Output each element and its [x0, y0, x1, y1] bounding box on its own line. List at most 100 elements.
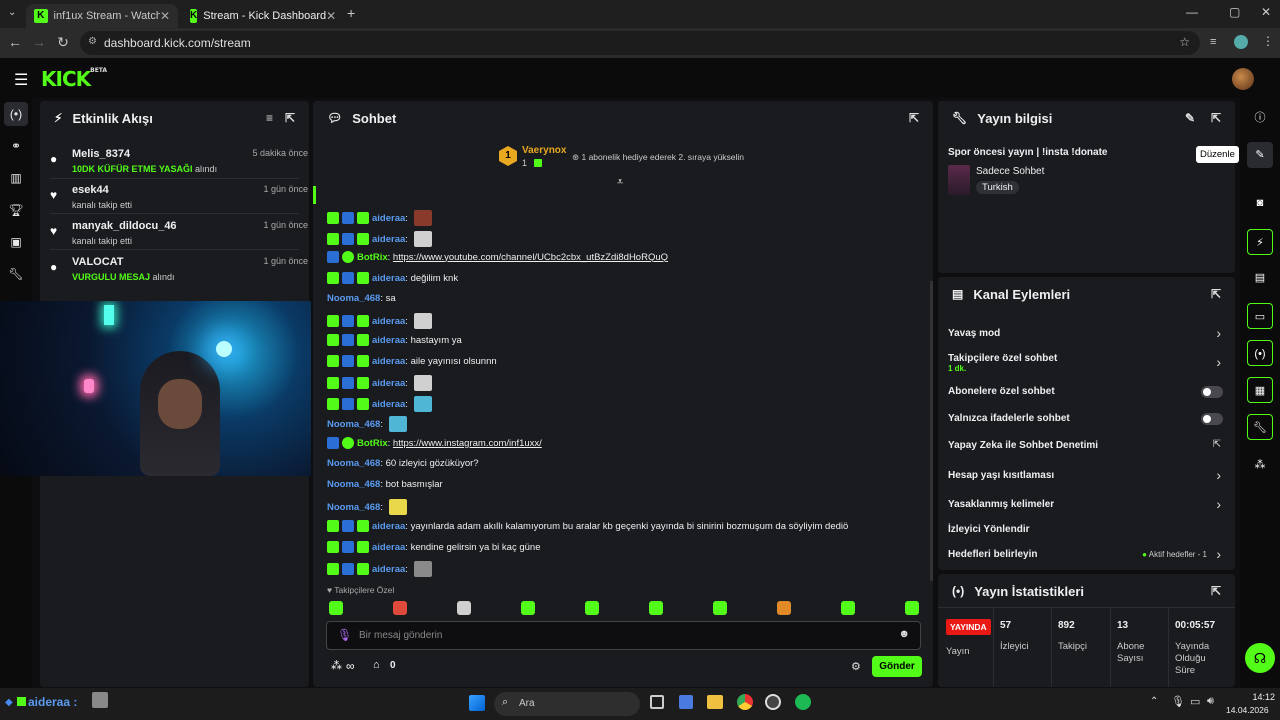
user-avatar[interactable] — [1232, 68, 1254, 90]
chat-username[interactable]: Nooma_468 — [327, 479, 380, 490]
video-icon[interactable]: ▣ — [4, 230, 28, 254]
settings-gear-icon[interactable]: ⚙ — [851, 660, 861, 673]
close-window-icon[interactable]: ✕ — [1261, 5, 1271, 19]
chat-scrollbar[interactable] — [930, 281, 933, 581]
pinned-user[interactable]: Vaerynox — [522, 145, 566, 156]
chat-username[interactable]: BotRix — [357, 438, 388, 449]
nodes-icon[interactable]: ⁂ — [1247, 452, 1273, 478]
chat-icon[interactable]: ▭ — [1247, 303, 1273, 329]
network-icon[interactable]: ▭ — [1190, 695, 1200, 708]
chevron-right-icon[interactable]: › — [1216, 467, 1221, 483]
quick-emote-icon[interactable] — [777, 601, 791, 615]
action-label[interactable]: Yalnızca ifadelerle sohbet — [948, 413, 1070, 424]
analytics-icon[interactable]: ▥ — [4, 166, 28, 190]
close-tab-icon[interactable]: ✕ — [160, 9, 170, 23]
forward-icon[interactable]: → — [26, 34, 52, 50]
popout-icon[interactable]: ⇱ — [1211, 111, 1221, 125]
wrench-icon[interactable]: 🔧︎ — [1247, 414, 1273, 440]
chat-username[interactable]: aideraa — [372, 564, 405, 575]
maximize-icon[interactable]: ▢ — [1229, 5, 1240, 19]
chat-username[interactable]: Nooma_468 — [327, 419, 380, 430]
quick-emote-icon[interactable] — [329, 601, 343, 615]
edit-pencil-icon[interactable]: ✎ — [1185, 111, 1195, 125]
external-link-icon[interactable]: ⇱ — [1213, 439, 1221, 450]
store-app-icon[interactable] — [679, 695, 693, 709]
send-button[interactable]: Gönder — [872, 656, 922, 677]
minimize-icon[interactable]: — — [1186, 5, 1198, 19]
quick-emote-icon[interactable] — [649, 601, 663, 615]
action-label[interactable]: Abonelere özel sohbet — [948, 386, 1055, 397]
chat-username[interactable]: aideraa — [372, 378, 405, 389]
event-user[interactable]: VALOCAT — [72, 256, 124, 268]
event-user[interactable]: manyak_dildocu_46 — [72, 220, 177, 232]
clock-time[interactable]: 14:12 — [1239, 692, 1275, 702]
info-icon[interactable]: ⓘ — [1247, 105, 1273, 131]
popout-icon[interactable]: ⇱ — [285, 111, 295, 125]
profile-avatar[interactable] — [1234, 35, 1248, 49]
filter-icon[interactable]: ≡ — [266, 111, 273, 125]
action-label[interactable]: Hesap yaşı kısıtlaması — [948, 470, 1054, 481]
quick-emote-icon[interactable] — [841, 601, 855, 615]
back-icon[interactable]: ← — [2, 34, 28, 50]
quick-emote-icon[interactable] — [585, 601, 599, 615]
emoji-icon[interactable]: ☻ — [898, 628, 910, 640]
support-headset-icon[interactable]: ☊ — [1245, 643, 1275, 673]
microphone-tray-icon[interactable]: 🎙︎ — [1171, 695, 1185, 708]
edit-pencil-icon[interactable]: ✎ — [1247, 142, 1273, 168]
chat-username[interactable]: aideraa — [372, 213, 405, 224]
chat-username[interactable]: aideraa — [372, 316, 405, 327]
trophy-icon[interactable]: 🏆︎ — [4, 198, 28, 222]
kick-logo[interactable]: KICKBETA — [41, 67, 107, 91]
bookmark-star-icon[interactable]: ☆ — [1179, 35, 1190, 49]
scroll-down-icon[interactable]: ⩡ — [617, 176, 623, 189]
clock-date[interactable]: 14.04.2026 — [1226, 705, 1269, 715]
toggle-switch[interactable] — [1201, 413, 1223, 425]
chat-input[interactable]: 🎙︎ Bir mesaj gönderin ☻ — [326, 621, 921, 650]
chat-username[interactable]: aideraa — [372, 234, 405, 245]
action-label[interactable]: Yavaş mod — [948, 328, 1000, 339]
reload-icon[interactable]: ↻ — [50, 34, 76, 51]
hamburger-menu-icon[interactable]: ☰ — [14, 70, 28, 90]
layout-icon[interactable]: ▦ — [1247, 377, 1273, 403]
quick-emote-icon[interactable] — [905, 601, 919, 615]
chat-username[interactable]: Nooma_468 — [327, 502, 380, 513]
popout-icon[interactable]: ⇱ — [1211, 287, 1221, 301]
chevron-right-icon[interactable]: › — [1216, 325, 1221, 341]
store-icon[interactable]: ⌂ — [373, 659, 380, 671]
windows-start-icon[interactable] — [469, 695, 485, 711]
popout-icon[interactable]: ⇱ — [909, 111, 919, 125]
chrome-icon[interactable] — [737, 694, 753, 710]
chat-username[interactable]: aideraa — [372, 521, 405, 532]
chat-username[interactable]: aideraa — [372, 356, 405, 367]
tab-list-icon[interactable]: ⌄ — [8, 7, 16, 18]
menu-dots-icon[interactable]: ⋮ — [1262, 34, 1274, 48]
task-view-icon[interactable] — [650, 695, 664, 709]
action-label[interactable]: Yapay Zeka ile Sohbet Denetimi — [948, 440, 1098, 451]
taskbar-search[interactable]: ⌕ Ara — [494, 692, 640, 716]
wrench-icon[interactable]: 🔧︎ — [4, 262, 28, 286]
action-label[interactable]: İzleyici Yönlendir — [948, 524, 1030, 535]
quick-emote-icon[interactable] — [393, 601, 407, 615]
stream-icon[interactable]: (•) — [4, 102, 28, 126]
chat-link[interactable]: https://www.youtube.com/channel/UCbc2cbx… — [393, 252, 668, 263]
popout-icon[interactable]: ⇱ — [1211, 584, 1221, 598]
action-label[interactable]: Yasaklanmış kelimeler — [948, 499, 1054, 510]
chat-username[interactable]: aideraa — [372, 273, 405, 284]
spotify-icon[interactable] — [795, 694, 811, 710]
broadcast-icon[interactable]: (•) — [1247, 340, 1273, 366]
points-icon[interactable]: ⁂ — [331, 659, 342, 672]
chat-username[interactable]: BotRix — [357, 252, 388, 263]
tab-dashboard[interactable]: K Stream - Kick Dashboard ✕ — [182, 4, 340, 28]
quick-emote-icon[interactable] — [521, 601, 535, 615]
document-icon[interactable]: ▤ — [1247, 265, 1273, 291]
explorer-icon[interactable] — [707, 695, 723, 709]
category-name[interactable]: Sadece Sohbet — [976, 166, 1044, 177]
site-info-icon[interactable]: ⚙ — [88, 36, 97, 47]
chat-link[interactable]: https://www.instagram.com/inf1uxx/ — [393, 438, 542, 449]
new-tab-icon[interactable]: + — [347, 5, 355, 21]
quick-emote-icon[interactable] — [457, 601, 471, 615]
app-icon[interactable] — [765, 694, 781, 710]
quick-emote-icon[interactable] — [713, 601, 727, 615]
url-field[interactable]: ⚙ dashboard.kick.com/stream ☆ — [80, 31, 1200, 55]
chat-username[interactable]: aideraa — [372, 399, 405, 410]
